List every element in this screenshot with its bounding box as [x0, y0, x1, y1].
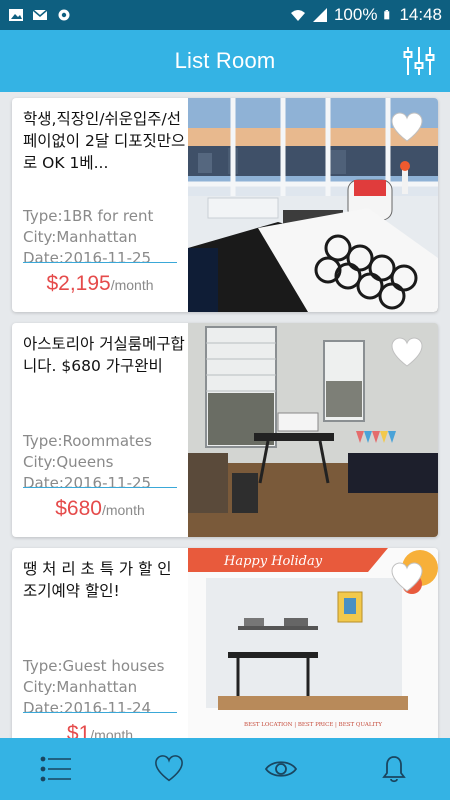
price-value: $680	[55, 497, 102, 520]
listing-photo[interactable]: Happy Holiday BEST LOCATION | BEST PRICE…	[188, 548, 438, 738]
listing-city: City:Manhattan	[23, 678, 138, 696]
photo-banner: Happy Holiday	[223, 554, 323, 569]
listing-type: Type:Roommates	[23, 432, 152, 450]
price-value: $1	[66, 722, 91, 738]
price-unit: /month	[101, 502, 145, 518]
listing-title: 학생,직장인/쉬운입주/선페이없이 2달 디포짓만으로 OK 1베...	[23, 110, 186, 172]
listing-photo[interactable]	[188, 323, 438, 537]
bottom-tab-bar	[0, 738, 450, 800]
listing-meta: Type:Roommates City:Queens Date:2016-11-…	[23, 431, 188, 494]
battery-percent: 100%	[333, 5, 378, 24]
listing-meta: Type:1BR for rent City:Manhattan Date:20…	[23, 206, 188, 269]
price-unit: /month	[90, 727, 134, 738]
listing-meta: Type:Guest houses City:Manhattan Date:20…	[23, 656, 188, 719]
heart-icon[interactable]	[390, 112, 424, 144]
tab-favorites[interactable]	[113, 738, 226, 800]
wifi-icon	[290, 10, 305, 21]
sliders-icon	[403, 47, 435, 75]
heart-icon[interactable]	[390, 337, 424, 369]
listing-price: $2,195/month	[12, 272, 188, 296]
page-title: List Room	[174, 48, 276, 73]
signal-icon	[312, 8, 327, 22]
image-icon	[9, 9, 23, 21]
eye-icon	[265, 761, 298, 777]
price-unit: /month	[110, 277, 154, 293]
app-bar: List Room	[0, 30, 450, 92]
listing-title: 아스토리아 거실룸메구합니다. $680 가구완비	[23, 335, 185, 375]
listing-title: 땡 처 리 초 특 가 할 인 조기예약 할인!	[23, 560, 172, 600]
clock: 14:48	[399, 5, 442, 24]
mail-icon	[32, 9, 48, 20]
listing-city: City:Queens	[23, 453, 114, 471]
photo-footer: BEST LOCATION | BEST PRICE | BEST QUALIT…	[244, 722, 382, 728]
divider	[23, 262, 177, 263]
listing-date: Date:2016-11-25	[23, 474, 152, 492]
price-value: $2,195	[46, 272, 111, 295]
listing-photo[interactable]	[188, 98, 438, 312]
tab-list[interactable]	[0, 738, 113, 800]
bell-icon	[381, 756, 406, 783]
divider	[23, 712, 177, 713]
listing-card[interactable]: 학생,직장인/쉬운입주/선페이없이 2달 디포짓만으로 OK 1베... Typ…	[12, 98, 438, 312]
listing-type: Type:1BR for rent	[23, 207, 154, 225]
list-icon	[40, 756, 72, 782]
listing-date: Date:2016-11-25	[23, 249, 152, 267]
tab-notifications[interactable]	[338, 738, 450, 800]
listing-list[interactable]: 학생,직장인/쉬운입주/선페이없이 2달 디포짓만으로 OK 1베... Typ…	[0, 92, 450, 738]
divider	[23, 487, 177, 488]
settings-icon	[58, 9, 70, 21]
listing-price: $1/month	[12, 722, 188, 738]
listing-city: City:Manhattan	[23, 228, 138, 246]
listing-card[interactable]: 땡 처 리 초 특 가 할 인 조기예약 할인! Type:Guest hous…	[12, 548, 438, 738]
battery-icon	[384, 10, 390, 20]
listing-card[interactable]: 아스토리아 거실룸메구합니다. $680 가구완비 Type:Roommates…	[12, 323, 438, 537]
status-bar: 100% 14:48	[0, 0, 450, 30]
listing-date: Date:2016-11-24	[23, 699, 152, 717]
heart-icon	[154, 755, 183, 782]
filter-button[interactable]	[402, 44, 436, 78]
listing-type: Type:Guest houses	[23, 657, 165, 675]
listing-info: 땡 처 리 초 특 가 할 인 조기예약 할인! Type:Guest hous…	[12, 548, 188, 738]
heart-icon[interactable]	[390, 562, 424, 594]
listing-price: $680/month	[12, 497, 188, 521]
tab-viewed[interactable]	[225, 738, 338, 800]
